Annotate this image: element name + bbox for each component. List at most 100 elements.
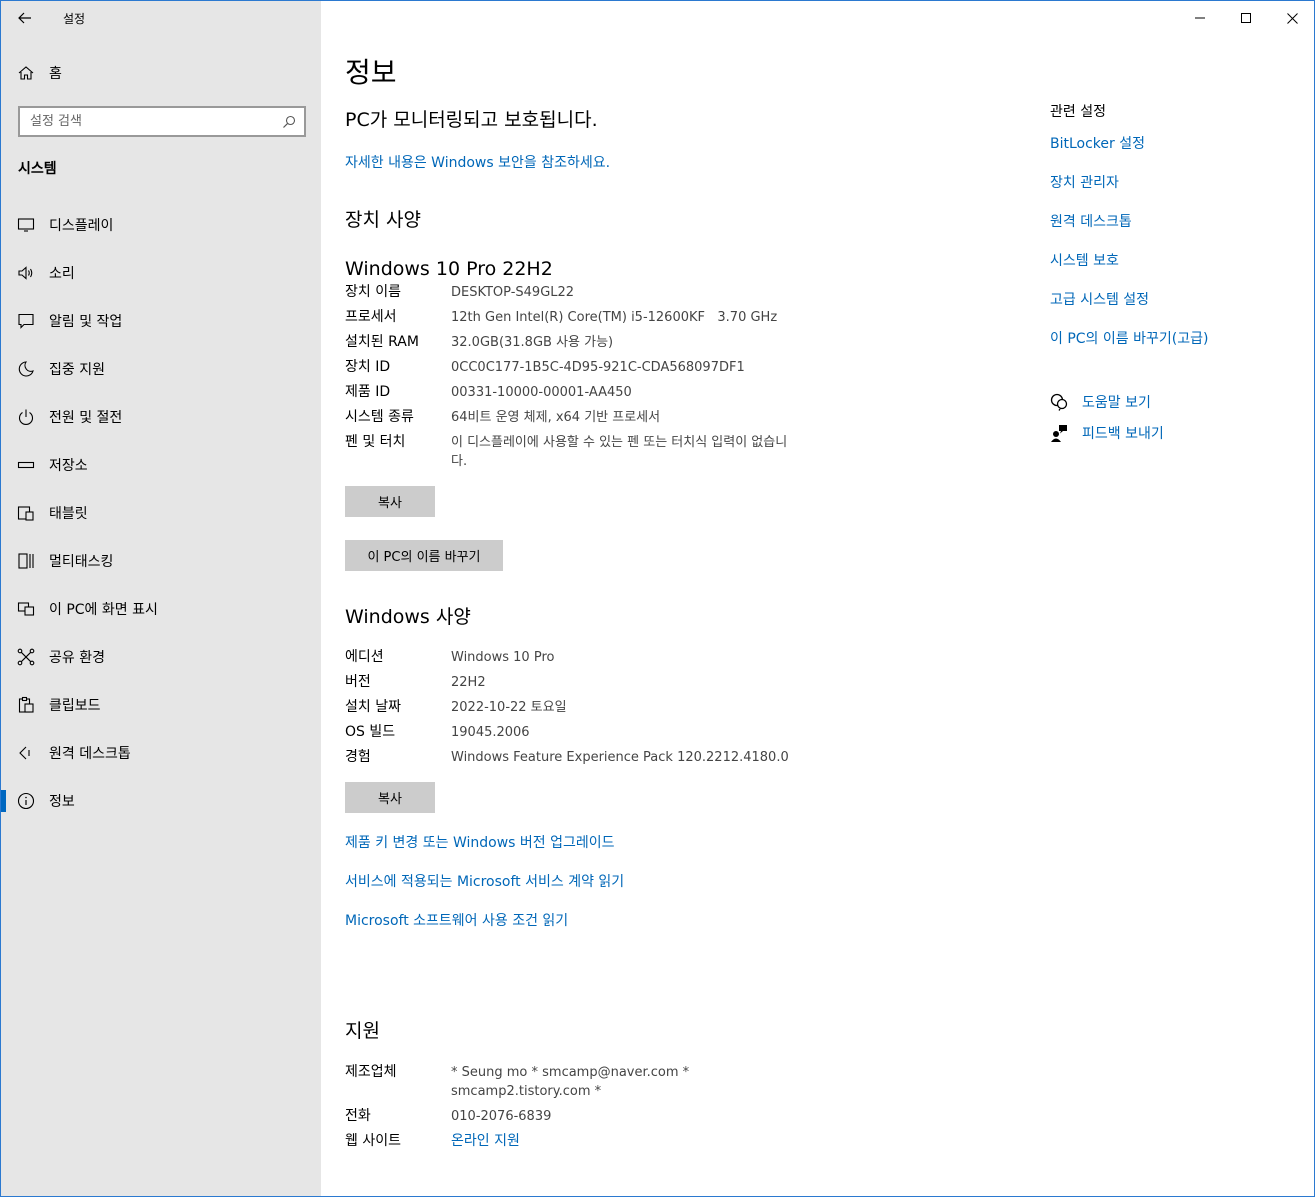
support-row-manufacturer: 제조업체 * Seung mo * smcamp@naver.com * smca… (345, 1063, 865, 1101)
change-product-key-link[interactable]: 제품 키 변경 또는 Windows 버전 업그레이드 (345, 832, 615, 852)
sidebar-item-project-to-pc[interactable]: 이 PC에 화면 표시 (1, 585, 321, 633)
copy-windows-specs-button[interactable]: 복사 (345, 782, 435, 813)
sidebar-item-shared-experiences[interactable]: 공유 환경 (1, 633, 321, 681)
related-settings: 관련 설정 BitLocker 설정 장치 관리자 원격 데스크톱 시스템 보호… (1050, 101, 1300, 369)
back-arrow-icon (18, 12, 31, 24)
support-row-phone: 전화 010-2076-6839 (345, 1107, 865, 1126)
windows-specs-table: 에디션 Windows 10 Pro 버전 22H2 설치 날짜 2022-10-22… (345, 648, 865, 773)
maximize-button[interactable] (1223, 1, 1269, 35)
spec-value: 19045.2006 (451, 725, 530, 740)
sidebar-item-focus-assist[interactable]: 집중 지원 (1, 345, 321, 393)
sidebar-item-label: 원격 데스크톱 (49, 746, 131, 762)
spec-row-system-type: 시스템 종류 64비트 운영 체제, x64 기반 프로세서 (345, 408, 865, 427)
app-title: 설정 (63, 11, 86, 26)
settings-window: 설정 홈 시스템 디스플레이 소리 알림 및 작업 (0, 0, 1315, 1197)
spec-label: 시스템 종류 (345, 409, 414, 425)
bitlocker-settings-link[interactable]: BitLocker 설정 (1050, 135, 1300, 174)
titlebar-left: 설정 (1, 1, 85, 35)
spec-label: OS 빌드 (345, 724, 396, 740)
spec-row-edition: 에디션 Windows 10 Pro (345, 648, 865, 667)
advanced-system-settings-link[interactable]: 고급 시스템 설정 (1050, 291, 1300, 330)
sidebar-item-label: 전원 및 절전 (49, 410, 123, 426)
device-specs-heading: 장치 사양 (345, 209, 421, 231)
window-controls (1177, 1, 1315, 35)
storage-icon (17, 461, 35, 469)
search-input[interactable] (30, 114, 270, 129)
minimize-button[interactable] (1177, 1, 1223, 35)
sidebar-item-label: 정보 (49, 794, 75, 810)
get-help-item[interactable]: 도움말 보기 (1050, 392, 1151, 412)
spec-label: 펜 및 터치 (345, 434, 406, 450)
online-support-link[interactable]: 온라인 지원 (451, 1132, 520, 1151)
sidebar-item-tablet[interactable]: 태블릿 (1, 489, 321, 537)
sidebar-item-remote-desktop[interactable]: 원격 데스크톱 (1, 729, 321, 777)
rename-pc-button[interactable]: 이 PC의 이름 바꾸기 (345, 540, 503, 571)
moon-icon (18, 361, 34, 377)
sidebar-item-storage[interactable]: 저장소 (1, 441, 321, 489)
sidebar-item-label: 공유 환경 (49, 650, 105, 666)
device-manager-link[interactable]: 장치 관리자 (1050, 174, 1300, 213)
sidebar-item-notifications[interactable]: 알림 및 작업 (1, 297, 321, 345)
spec-row-os-build: OS 빌드 19045.2006 (345, 723, 865, 742)
clipboard-icon (18, 696, 34, 713)
spec-label: 웹 사이트 (345, 1133, 401, 1149)
spec-label: 장치 ID (345, 359, 391, 375)
spec-value: 2022-10-22 토요일 (451, 700, 567, 715)
display-icon (17, 218, 35, 232)
close-button[interactable] (1269, 1, 1315, 35)
home-icon (18, 66, 34, 80)
sidebar-item-power-sleep[interactable]: 전원 및 절전 (1, 393, 321, 441)
get-help-label: 도움말 보기 (1082, 395, 1151, 411)
multitasking-icon (18, 553, 34, 569)
power-icon (18, 409, 34, 426)
sidebar-item-label: 저장소 (49, 458, 88, 474)
give-feedback-item[interactable]: 피드백 보내기 (1050, 423, 1164, 443)
services-agreement-link[interactable]: 서비스에 적용되는 Microsoft 서비스 계약 읽기 (345, 871, 624, 891)
spec-value: 12th Gen Intel(R) Core(TM) i5-12600KF 3.… (451, 310, 778, 325)
spec-label: 전화 (345, 1108, 371, 1124)
help-chat-icon (1050, 393, 1068, 411)
search-icon[interactable] (282, 115, 296, 129)
spec-value: 32.0GB(31.8GB 사용 가능) (451, 335, 614, 350)
page-title: 정보 (345, 56, 397, 89)
spec-label: 경험 (345, 749, 371, 765)
spec-value: 00331-10000-00001-AA450 (451, 385, 632, 400)
sidebar: 설정 홈 시스템 디스플레이 소리 알림 및 작업 (1, 1, 321, 1196)
sidebar-item-label: 이 PC에 화면 표시 (49, 602, 158, 618)
notification-icon (18, 313, 34, 329)
project-icon (17, 602, 35, 616)
home-label: 홈 (49, 66, 62, 82)
sidebar-item-sound[interactable]: 소리 (1, 249, 321, 297)
speaker-icon (18, 266, 33, 280)
device-specs-table: 장치 이름 DESKTOP-S49GL22 프로세서 12th Gen Intel(… (345, 283, 865, 477)
sidebar-item-label: 디스플레이 (49, 218, 114, 234)
tablet-icon (17, 506, 34, 521)
sidebar-item-label: 클립보드 (49, 698, 101, 714)
windows-security-link[interactable]: 자세한 내용은 Windows 보안을 참조하세요. (345, 152, 610, 172)
minimize-icon (1195, 17, 1205, 19)
spec-label: 장치 이름 (345, 284, 401, 300)
license-terms-link[interactable]: Microsoft 소프트웨어 사용 조건 읽기 (345, 910, 568, 930)
search-box[interactable] (18, 106, 306, 137)
sidebar-item-label: 멀티태스킹 (49, 554, 114, 570)
sidebar-item-label: 소리 (49, 266, 75, 282)
support-row-website: 웹 사이트 온라인 지원 (345, 1132, 865, 1151)
maximize-icon (1241, 13, 1251, 23)
spec-row-install-date: 설치 날짜 2022-10-22 토요일 (345, 698, 865, 717)
spec-value: 010-2076-6839 (451, 1109, 552, 1124)
remote-desktop-link[interactable]: 원격 데스크톱 (1050, 213, 1300, 252)
rename-pc-advanced-link[interactable]: 이 PC의 이름 바꾸기(고급) (1050, 330, 1300, 369)
copy-device-specs-button[interactable]: 복사 (345, 486, 435, 517)
sidebar-item-about[interactable]: 정보 (1, 777, 321, 825)
spec-row-ram: 설치된 RAM 32.0GB(31.8GB 사용 가능) (345, 333, 865, 352)
system-protection-link[interactable]: 시스템 보호 (1050, 252, 1300, 291)
share-icon (17, 648, 35, 666)
sidebar-item-display[interactable]: 디스플레이 (1, 201, 321, 249)
home-nav-item[interactable]: 홈 (17, 63, 62, 83)
sidebar-item-multitasking[interactable]: 멀티태스킹 (1, 537, 321, 585)
related-settings-heading: 관련 설정 (1050, 104, 1106, 120)
sidebar-item-clipboard[interactable]: 클립보드 (1, 681, 321, 729)
main-content: 정보 PC가 모니터링되고 보호됩니다. 자세한 내용은 Windows 보안을… (321, 1, 1315, 1196)
back-button[interactable] (1, 1, 49, 35)
sidebar-item-label: 알림 및 작업 (49, 314, 123, 330)
